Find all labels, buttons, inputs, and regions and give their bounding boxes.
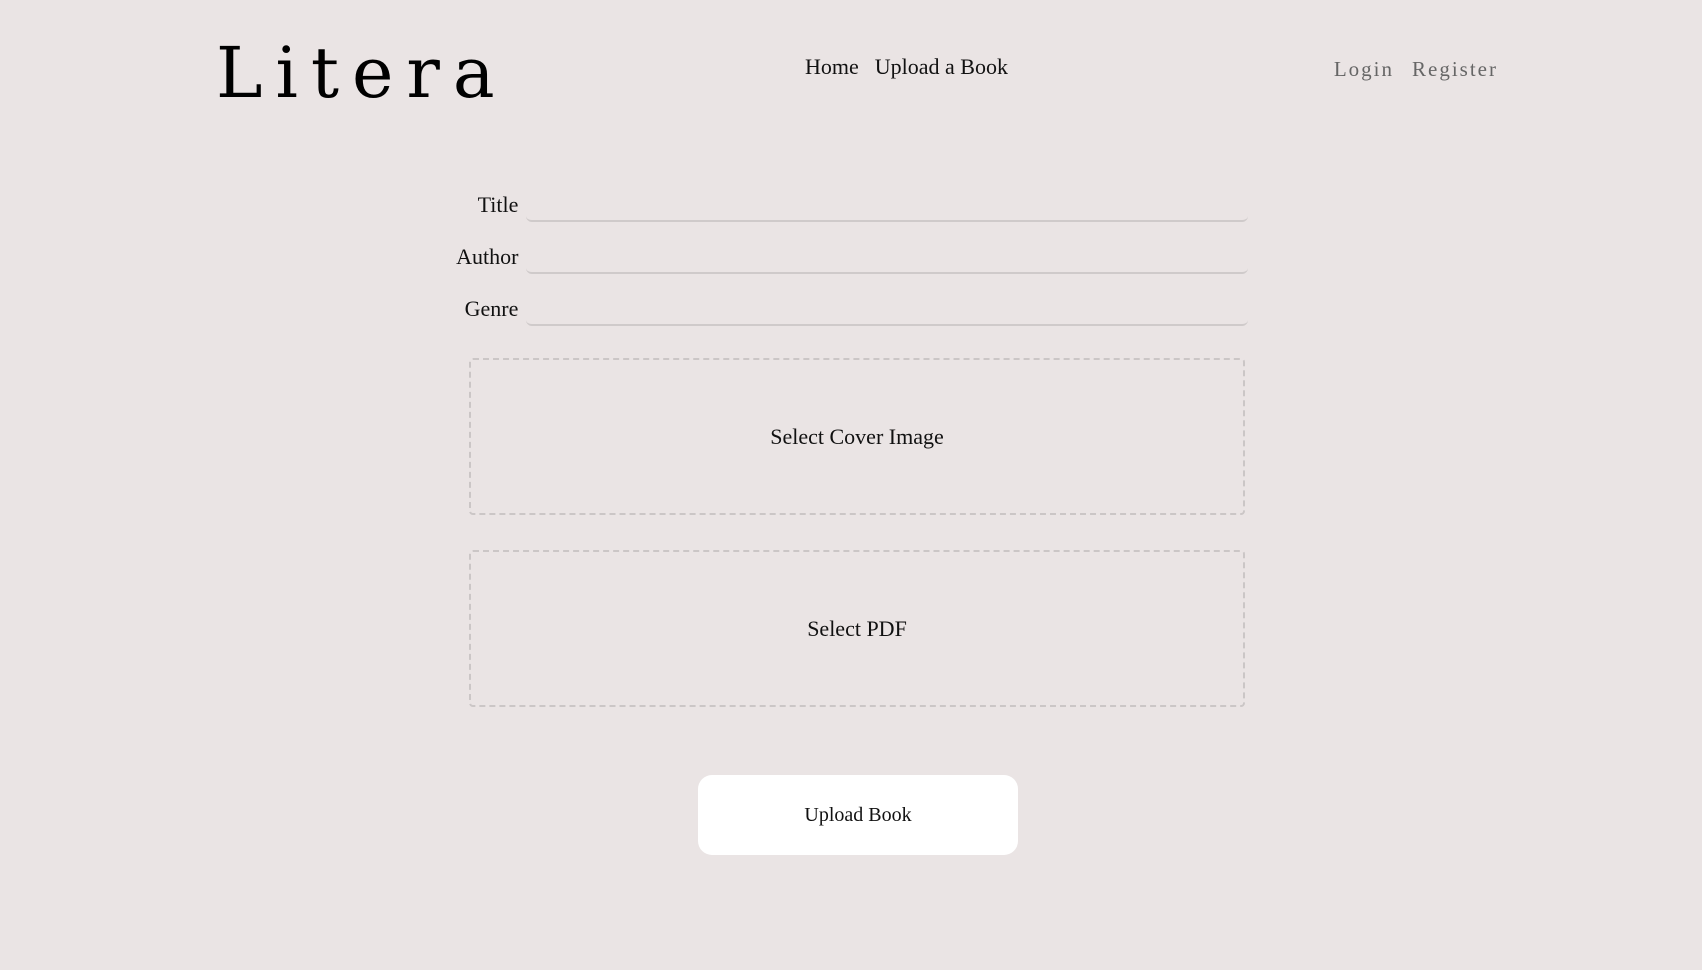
select-pdf-label: Select PDF (807, 615, 907, 641)
auth-nav: Login Register (1334, 55, 1498, 83)
main-nav: Home Upload a Book (805, 52, 1008, 82)
upload-book-button[interactable]: Upload Book (698, 775, 1018, 855)
select-pdf-dropzone[interactable]: Select PDF (469, 550, 1245, 707)
nav-upload-book-link[interactable]: Upload a Book (875, 52, 1008, 82)
select-cover-image-dropzone[interactable]: Select Cover Image (469, 358, 1245, 515)
login-link[interactable]: Login (1334, 55, 1394, 83)
genre-field-row: Genre (440, 292, 1248, 326)
title-input[interactable] (526, 190, 1248, 222)
select-cover-image-label: Select Cover Image (770, 423, 944, 449)
author-label: Author (456, 244, 519, 269)
upload-book-form: Title Author Genre (440, 188, 1248, 344)
genre-input[interactable] (526, 294, 1248, 326)
title-label: Title (477, 192, 519, 217)
register-link[interactable]: Register (1412, 55, 1498, 83)
author-input[interactable] (526, 242, 1248, 274)
title-field-row: Title (440, 188, 1248, 222)
genre-label: Genre (464, 296, 519, 321)
author-field-row: Author (440, 240, 1248, 274)
nav-home-link[interactable]: Home (805, 52, 859, 82)
litera-logo[interactable]: Litera (216, 28, 508, 118)
